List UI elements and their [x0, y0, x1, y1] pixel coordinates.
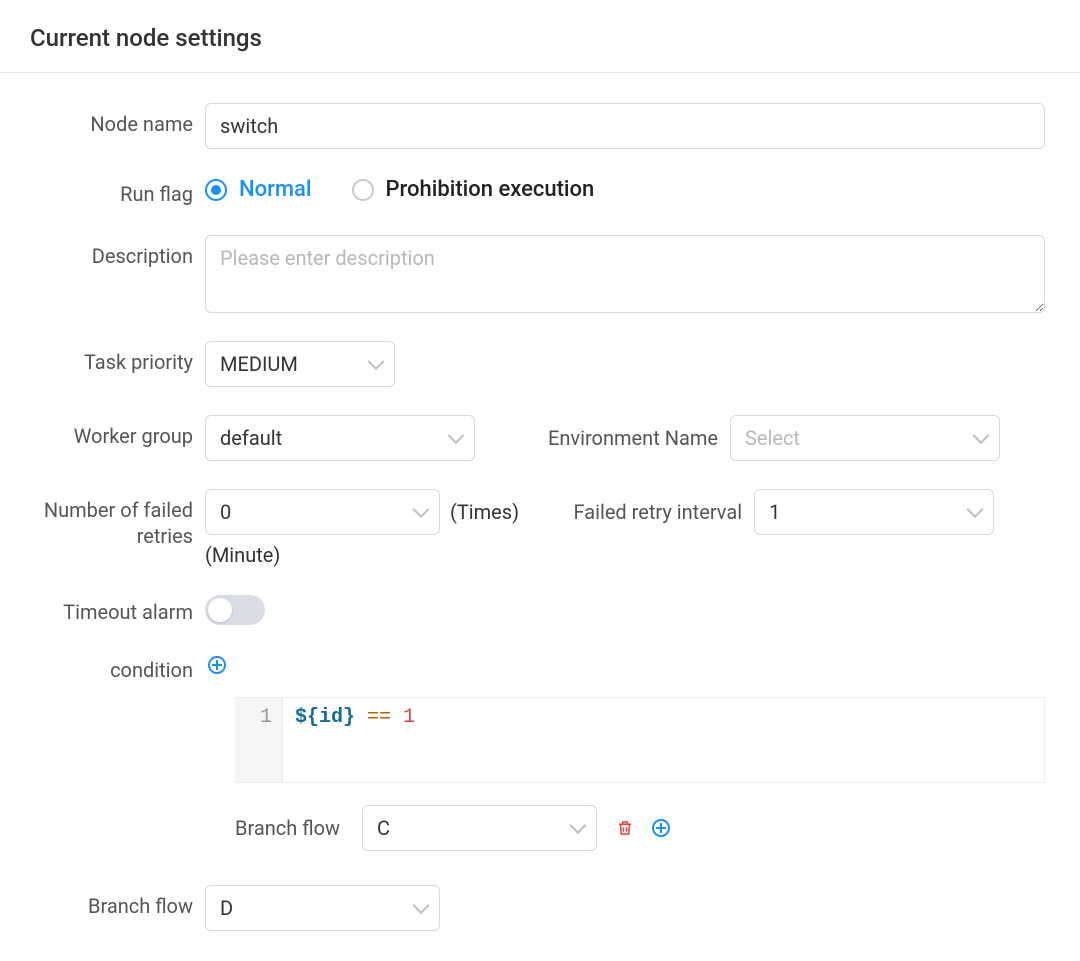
node-name-input[interactable] — [205, 103, 1045, 149]
row-retries: Number of failed retries 0 (Times) Faile… — [30, 489, 1045, 567]
env-name-select[interactable]: Select — [730, 415, 1000, 461]
row-branch-default: Branch flow D — [30, 885, 1045, 931]
add-branch-button[interactable] — [649, 816, 673, 840]
condition-block: 1 ${id} == 1 Branch flow C — [30, 697, 1045, 851]
condition-code-editor[interactable]: 1 ${id} == 1 — [235, 697, 1045, 783]
chevron-down-icon — [368, 353, 385, 370]
chevron-down-icon — [967, 501, 984, 518]
settings-form: Node name Run flag Normal Prohibition ex… — [0, 73, 1080, 961]
branch-flow-1-value: C — [377, 816, 390, 840]
code-token-var: ${id} — [295, 706, 355, 729]
radio-normal-label: Normal — [239, 177, 312, 202]
times-suffix: (Times) — [440, 500, 529, 524]
label-node-name: Node name — [30, 103, 205, 137]
code-token-op: == — [367, 706, 391, 729]
plus-circle-icon — [652, 819, 670, 837]
label-failed-retries: Number of failed retries — [30, 489, 205, 549]
label-condition: condition — [30, 653, 205, 683]
worker-group-value: default — [220, 426, 282, 450]
label-timeout-alarm: Timeout alarm — [30, 595, 205, 625]
chevron-down-icon — [448, 427, 465, 444]
label-branch-flow-inline: Branch flow — [235, 816, 340, 840]
label-retry-interval: Failed retry interval — [529, 500, 754, 524]
failed-retries-select[interactable]: 0 — [205, 489, 440, 535]
row-node-name: Node name — [30, 103, 1045, 149]
panel-header: Current node settings — [0, 0, 1080, 73]
label-task-priority: Task priority — [30, 341, 205, 375]
minute-suffix: (Minute) — [205, 543, 290, 567]
chevron-down-icon — [973, 427, 990, 444]
row-task-priority: Task priority MEDIUM — [30, 341, 1045, 387]
task-priority-select[interactable]: MEDIUM — [205, 341, 395, 387]
chevron-down-icon — [413, 501, 430, 518]
delete-branch-button[interactable] — [613, 816, 637, 840]
trash-icon — [616, 819, 634, 837]
branch-flow-default-value: D — [220, 896, 233, 920]
branch-flow-line-1: Branch flow C — [235, 805, 1045, 851]
label-description: Description — [30, 235, 205, 269]
branch-flow-default-select[interactable]: D — [205, 885, 440, 931]
toggle-knob-icon — [208, 598, 232, 622]
timeout-alarm-toggle[interactable] — [205, 595, 265, 625]
page-title: Current node settings — [30, 24, 1050, 52]
env-name-placeholder: Select — [745, 426, 800, 450]
description-textarea[interactable] — [205, 235, 1045, 313]
failed-retries-value: 0 — [220, 500, 231, 524]
code-gutter: 1 — [235, 698, 283, 782]
label-env-name: Environment Name — [475, 426, 730, 450]
chevron-down-icon — [570, 817, 587, 834]
label-worker-group: Worker group — [30, 415, 205, 449]
branch-flow-1-select[interactable]: C — [362, 805, 597, 851]
run-flag-radio-group: Normal Prohibition execution — [205, 177, 594, 202]
plus-circle-icon — [208, 656, 226, 674]
retry-interval-value: 1 — [769, 500, 780, 524]
row-description: Description — [30, 235, 1045, 313]
radio-prohibition-label: Prohibition execution — [386, 177, 595, 202]
radio-prohibition[interactable]: Prohibition execution — [352, 177, 595, 202]
radio-normal[interactable]: Normal — [205, 177, 312, 202]
retry-interval-select[interactable]: 1 — [754, 489, 994, 535]
code-body: ${id} == 1 — [283, 698, 1044, 782]
row-timeout-alarm: Timeout alarm — [30, 595, 1045, 625]
row-worker-env: Worker group default Environment Name Se… — [30, 415, 1045, 461]
code-token-num: 1 — [403, 706, 415, 729]
gutter-line-number: 1 — [260, 706, 272, 729]
radio-dot-icon — [352, 179, 374, 201]
label-run-flag: Run flag — [30, 177, 205, 207]
radio-dot-icon — [205, 179, 227, 201]
row-run-flag: Run flag Normal Prohibition execution — [30, 177, 1045, 207]
row-condition: condition — [30, 653, 1045, 683]
task-priority-value: MEDIUM — [220, 352, 298, 376]
label-branch-flow: Branch flow — [30, 885, 205, 919]
worker-group-select[interactable]: default — [205, 415, 475, 461]
chevron-down-icon — [413, 897, 430, 914]
add-condition-button[interactable] — [205, 653, 229, 677]
